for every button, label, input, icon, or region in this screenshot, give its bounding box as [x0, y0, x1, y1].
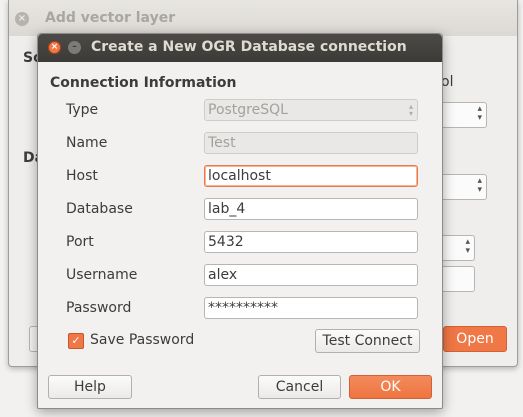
- password-label: Password: [66, 300, 132, 316]
- save-password-label[interactable]: Save Password: [90, 332, 194, 348]
- dialog-titlebar: × – Create a New OGR Database connection: [38, 34, 442, 62]
- close-icon[interactable]: ×: [48, 41, 61, 54]
- dialog-title: Create a New OGR Database connection: [91, 39, 407, 55]
- test-connect-button[interactable]: Test Connect: [315, 329, 420, 353]
- combo-arrows-icon: ▴ ▾: [477, 176, 482, 195]
- combo-arrows-icon: ▴ ▾: [477, 104, 482, 123]
- port-field[interactable]: 5432: [204, 231, 418, 253]
- port-label: Port: [66, 234, 94, 250]
- database-type-combo[interactable]: ▴ ▾: [439, 174, 487, 200]
- cancel-button[interactable]: Cancel: [258, 375, 341, 399]
- username-label: Username: [66, 267, 138, 283]
- name-label: Name: [66, 135, 108, 151]
- screen: × Add vector layer So Da ol ▴ ▾ ▴ ▾ ▴ ▾ Ope…: [0, 0, 523, 417]
- type-label: Type: [66, 102, 99, 118]
- host-field[interactable]: localhost: [204, 165, 418, 187]
- help-button[interactable]: Help: [48, 375, 132, 399]
- section-title: Connection Information: [50, 75, 237, 91]
- username-field[interactable]: alex: [204, 264, 418, 286]
- open-button[interactable]: Open: [443, 326, 507, 352]
- background-field[interactable]: [439, 266, 475, 292]
- background-titlebar: × Add vector layer: [9, 0, 517, 36]
- type-select-value: PostgreSQL: [208, 102, 288, 118]
- ok-button[interactable]: OK: [349, 375, 432, 399]
- database-field[interactable]: lab_4: [204, 198, 418, 220]
- minimize-icon[interactable]: –: [68, 41, 81, 54]
- name-field: Test: [204, 132, 418, 154]
- create-ogr-connection-dialog: × – Create a New OGR Database connection…: [37, 33, 443, 409]
- combo-arrows-icon: ▴ ▾: [465, 237, 470, 256]
- password-field[interactable]: **********: [204, 297, 418, 319]
- host-label: Host: [66, 168, 98, 184]
- connection-combo[interactable]: ▴ ▾: [439, 235, 475, 261]
- background-window-title: Add vector layer: [45, 10, 176, 26]
- select-arrows-icon: ▴ ▾: [408, 102, 413, 118]
- database-label: Database: [66, 201, 133, 217]
- encoding-combo[interactable]: ▴ ▾: [439, 102, 487, 128]
- close-icon[interactable]: ×: [15, 12, 29, 26]
- save-password-checkbox[interactable]: ✓: [68, 333, 84, 349]
- type-select: PostgreSQL ▴ ▾: [204, 99, 418, 121]
